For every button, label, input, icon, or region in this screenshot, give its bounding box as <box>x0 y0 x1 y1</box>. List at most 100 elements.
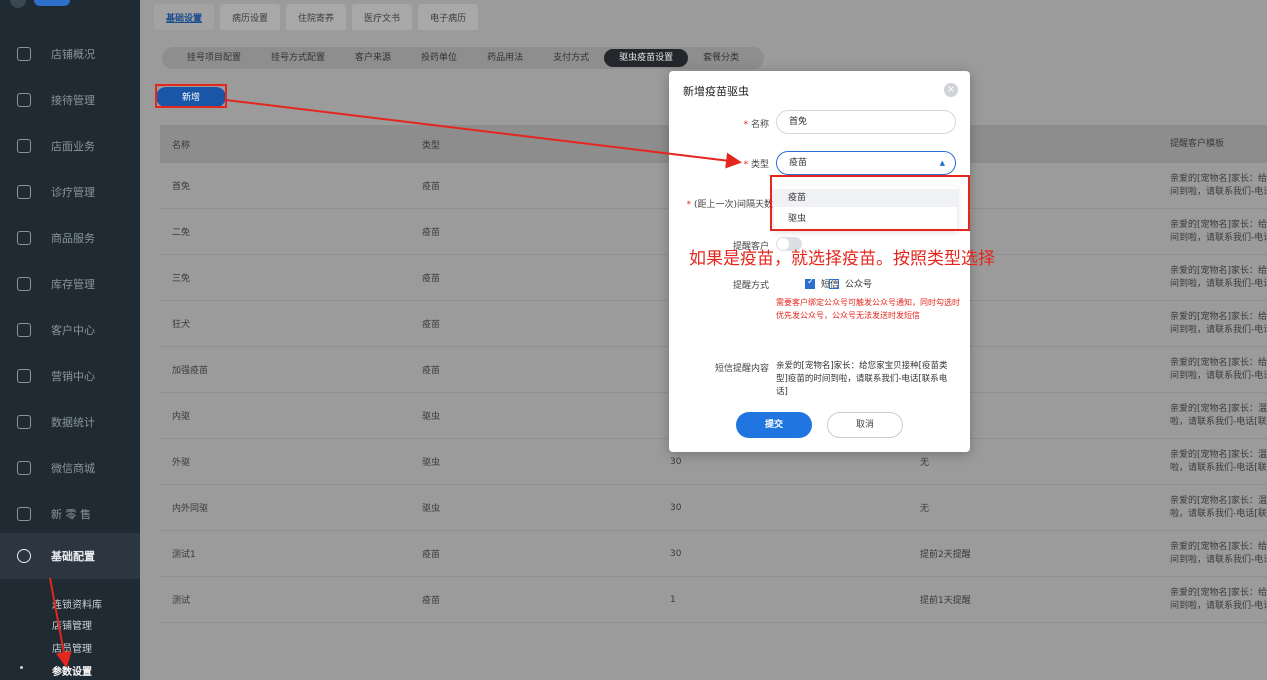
sidebar-subitem-store-manage[interactable]: 店铺管理 <box>52 617 92 632</box>
sidebar-header <box>0 0 140 22</box>
subtab-deworm-vaccine[interactable]: 驱虫疫苗设置 <box>604 49 689 67</box>
sidebar-item-label: 库存管理 <box>51 278 95 291</box>
sidebar-item-wechat-mall[interactable]: 微信商城 <box>0 445 140 491</box>
subtab-customer-source[interactable]: 客户来源 <box>340 49 406 67</box>
cell-template: 亲爱的[宠物名]家长：给您 间到啦，请联系我们-电话 <box>1170 173 1267 197</box>
sidebar-subitem-params[interactable]: 参数设置 <box>52 663 92 678</box>
cell-remind: 无 <box>920 458 930 468</box>
tab-basic-settings[interactable]: 基础设置 <box>154 4 215 30</box>
cell-name: 加强疫苗 <box>172 366 209 376</box>
sidebar-item-label: 营销中心 <box>51 370 95 383</box>
tab-record-settings[interactable]: 病历设置 <box>220 4 281 30</box>
sub-tabs: 挂号项目配置 挂号方式配置 客户来源 投药单位 药品用法 支付方式 驱虫疫苗设置… <box>162 47 765 69</box>
retail-icon <box>17 507 31 521</box>
sidebar-item-label: 接待管理 <box>51 94 95 107</box>
sidebar-item-store-overview[interactable]: 店铺概况 <box>0 31 140 77</box>
sidebar-item-medical[interactable]: 诊疗管理 <box>0 169 140 215</box>
annotation-box-dropdown <box>770 175 970 231</box>
sidebar-item-new-retail[interactable]: 新 零 售 <box>0 491 140 537</box>
cell-name: 狂犬 <box>172 320 191 330</box>
avatar[interactable] <box>10 0 26 8</box>
annotation-text: 如果是疫苗，就选择疫苗。按照类型选择 <box>689 249 995 269</box>
sms-label: 短信提醒内容 <box>714 364 769 374</box>
header-name: 名称 <box>172 140 191 151</box>
name-field[interactable]: 首免 <box>776 110 956 134</box>
cell-template: 亲爱的[宠物名]家长：给您 间到啦，请联系我们-电话 <box>1170 265 1267 289</box>
cell-type: 疫苗 <box>422 228 441 238</box>
cell-template: 亲爱的[宠物名]家长：给您 间到啦，请联系我们-电话 <box>1170 357 1267 381</box>
cell-name: 二免 <box>172 228 191 238</box>
checkbox-checked-icon <box>805 277 815 289</box>
tab-hospitalization[interactable]: 住院寄养 <box>286 4 347 30</box>
cell-type: 疫苗 <box>422 366 441 376</box>
marketing-icon <box>17 369 31 383</box>
cell-type: 疫苗 <box>422 320 441 330</box>
customer-icon <box>17 323 31 337</box>
cell-template: 亲爱的[宠物名]家长：给您 间到啦，请联系我们-电话 <box>1170 541 1267 565</box>
sidebar-item-label: 店面业务 <box>51 140 95 153</box>
official-account-checkbox[interactable]: 公众号 <box>829 277 872 290</box>
cell-type: 驱虫 <box>422 458 441 468</box>
cell-template: 亲爱的[宠物名]家长：温馨 啦，请联系我们-电话[联 <box>1170 403 1267 427</box>
cell-name: 三免 <box>172 274 191 284</box>
sms-content[interactable]: 亲爱的[宠物名]家长：给您家宝贝接种[疫苗类型]疫苗的时间到啦，请联系我们-电话… <box>776 360 956 399</box>
tab-e-records[interactable]: 电子病历 <box>418 4 479 30</box>
subtab-package-category[interactable]: 套餐分类 <box>688 49 754 67</box>
sidebar-item-business[interactable]: 店面业务 <box>0 123 140 169</box>
table-row[interactable]: 内外同驱 驱虫 30 无 亲爱的[宠物名]家长：温馨 啦，请联系我们-电话[联 <box>160 485 1267 531</box>
table-row[interactable]: 测试1 疫苗 30 提前2天提醒 亲爱的[宠物名]家长：给您 间到啦，请联系我们-电话 <box>160 531 1267 577</box>
name-label: * 名称 <box>743 120 769 130</box>
sidebar-item-label: 微信商城 <box>51 462 95 475</box>
active-dot-icon <box>20 666 23 669</box>
cell-name: 测试 <box>172 596 191 606</box>
sidebar-subitem-chain-library[interactable]: 连锁资料库 <box>52 596 102 611</box>
table-row[interactable]: 测试 疫苗 1 提前1天提醒 亲爱的[宠物名]家长：给您 间到啦，请联系我们-电话 <box>160 577 1267 623</box>
subtab-registration-methods[interactable]: 挂号方式配置 <box>256 49 340 67</box>
cell-name: 内驱 <box>172 412 191 422</box>
sidebar-item-customer[interactable]: 客户中心 <box>0 307 140 353</box>
subtab-dosage-unit[interactable]: 投药单位 <box>406 49 472 67</box>
cell-name: 外驱 <box>172 458 191 468</box>
cell-type: 疫苗 <box>422 550 441 560</box>
sidebar: 店铺概况 接待管理 店面业务 诊疗管理 商品服务 库存管理 客户中心 营销中心 … <box>0 0 140 680</box>
sidebar-item-reception[interactable]: 接待管理 <box>0 77 140 123</box>
warning-text: 需要客户绑定公众号可触发公众号通知，同时勾选时优先发公众号，公众号无法发送时发短… <box>776 298 960 320</box>
sidebar-item-goods[interactable]: 商品服务 <box>0 215 140 261</box>
reception-icon <box>17 93 31 107</box>
cell-name: 内外同驱 <box>172 504 209 514</box>
sidebar-item-stats[interactable]: 数据统计 <box>0 399 140 445</box>
cell-type: 疫苗 <box>422 182 441 192</box>
tab-medical-docs[interactable]: 医疗文书 <box>352 4 413 30</box>
sidebar-item-label: 诊疗管理 <box>51 186 95 199</box>
submit-button[interactable]: 提交 <box>736 412 812 438</box>
sidebar-item-basic-config[interactable]: 基础配置 <box>0 533 140 579</box>
checkbox-unchecked-icon <box>829 278 839 289</box>
cell-days: 1 <box>670 594 676 605</box>
cell-remind: 无 <box>920 504 930 514</box>
interval-label: * (距上一次)间隔天数 <box>686 200 773 210</box>
cell-name: 测试1 <box>172 550 196 560</box>
inventory-icon <box>17 277 31 291</box>
cell-type: 疫苗 <box>422 274 441 284</box>
subtab-payment[interactable]: 支付方式 <box>538 49 604 67</box>
cell-type: 驱虫 <box>422 504 441 514</box>
type-label: * 类型 <box>743 160 769 170</box>
sidebar-subitem-staff-manage[interactable]: 店员管理 <box>52 640 92 655</box>
sidebar-item-marketing[interactable]: 营销中心 <box>0 353 140 399</box>
type-select[interactable]: 疫苗 ▲ <box>776 151 956 175</box>
cell-remind: 提前1天提醒 <box>920 596 971 606</box>
subtab-drug-usage[interactable]: 药品用法 <box>472 49 538 67</box>
sidebar-item-inventory[interactable]: 库存管理 <box>0 261 140 307</box>
close-icon[interactable]: × <box>944 83 958 97</box>
top-tabs: 基础设置 病历设置 住院寄养 医疗文书 电子病历 <box>154 4 484 30</box>
cell-type: 驱虫 <box>422 412 441 422</box>
sidebar-item-label: 客户中心 <box>51 324 95 337</box>
wechat-icon <box>17 461 31 475</box>
cancel-button[interactable]: 取消 <box>827 412 903 438</box>
cell-template: 亲爱的[宠物名]家长：给您 间到啦，请联系我们-电话 <box>1170 311 1267 335</box>
store-icon <box>17 47 31 61</box>
stats-icon <box>17 415 31 429</box>
cell-days: 30 <box>670 548 682 559</box>
subtab-registration-items[interactable]: 挂号项目配置 <box>172 49 256 67</box>
cell-template: 亲爱的[宠物名]家长：给您 间到啦，请联系我们-电话 <box>1170 587 1267 611</box>
